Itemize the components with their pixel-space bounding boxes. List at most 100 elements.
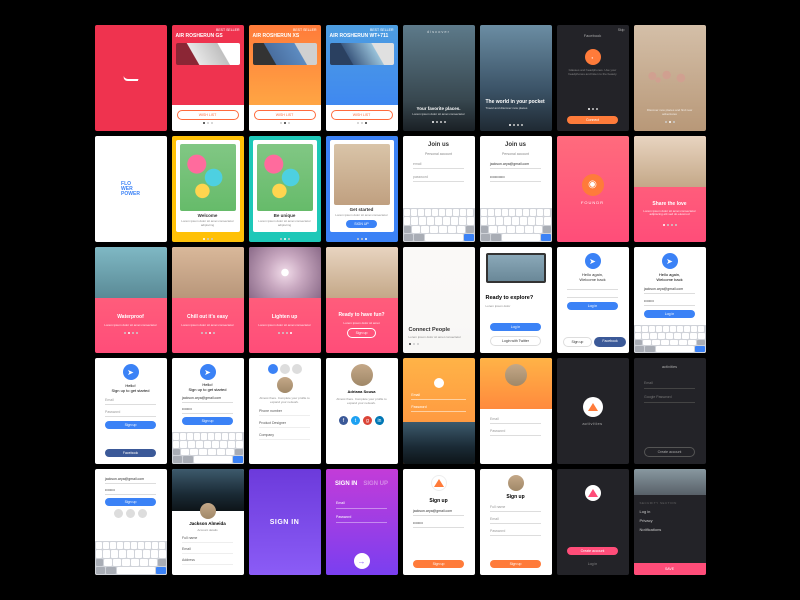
card-title: Be unique (274, 213, 296, 218)
profile-name: Jackson Almeida (189, 521, 226, 526)
hero-sub: Lorem ipsum dolor sit amet consectetur a… (638, 210, 702, 218)
email-field[interactable]: Email (644, 378, 695, 389)
keyboard[interactable] (95, 541, 167, 575)
world-map-icon (641, 68, 699, 88)
password-field[interactable]: Password (490, 527, 541, 536)
signup-button[interactable]: Sign up (105, 498, 156, 506)
hero-sub: Travel and discover new places (486, 107, 528, 111)
phone-field[interactable]: Phone number (259, 407, 310, 416)
twitter-icon[interactable]: t (351, 416, 360, 425)
address-field[interactable]: Address (182, 556, 233, 565)
form-subtitle: Personal account (425, 152, 452, 156)
ui-kit-gallery: BEST SELLER AIR ROSHERUN GS WISH LIST BE… (75, 5, 726, 595)
company-field[interactable]: Company (259, 431, 310, 440)
email-field[interactable]: jackson.arya@gmail.com (105, 475, 156, 484)
password-field[interactable]: Password (411, 403, 465, 412)
fullname-field[interactable]: Full name (182, 534, 233, 543)
card-title: Welcome (198, 213, 218, 218)
facebook-button[interactable]: Facebook (594, 337, 625, 347)
wishlist-button[interactable]: WISH LIST (177, 110, 239, 120)
role-field[interactable]: Product Designer (259, 419, 310, 428)
signup-button[interactable]: SIGN UP (346, 220, 376, 228)
skip-link[interactable]: Skip (618, 28, 625, 32)
email-field[interactable]: email (413, 160, 464, 169)
email-field[interactable]: Email (336, 498, 387, 509)
screen-nike-splash (95, 25, 167, 131)
signup-button[interactable]: Sign up (563, 337, 593, 347)
settings-item[interactable]: Log in (640, 509, 651, 514)
hero-image (95, 247, 167, 298)
password-field[interactable]: •••••••• (182, 405, 233, 414)
settings-item[interactable]: Notifications (640, 527, 662, 532)
fullname-field[interactable]: Full name (490, 503, 541, 512)
camera-icon: ◉ (434, 378, 444, 388)
keyboard[interactable] (403, 208, 475, 242)
email-field[interactable]: jackson.arya@gmail.com (413, 507, 464, 516)
glasses-icon: ◐ (585, 49, 601, 65)
screen-signin-splash: SIGN IN (249, 469, 321, 575)
create-account-button[interactable]: Create account (567, 547, 618, 555)
connect-button[interactable]: Connect (567, 116, 618, 124)
profile-hint: Almost there. Complete your profile to e… (332, 397, 392, 405)
facebook-button[interactable]: Facebook (105, 449, 156, 457)
password-field[interactable]: •••••••• (644, 297, 695, 306)
password-field[interactable]: •••••••••••• (490, 173, 541, 182)
password-field[interactable]: Password (336, 512, 387, 523)
brand-label: activities (662, 364, 677, 369)
screen-discover: discover Your favorite places. Lorem ips… (403, 25, 475, 131)
screen-foundr-splash: ◉ FOUNDR (557, 136, 629, 242)
signup-button[interactable]: Sign up (182, 417, 233, 425)
email-field[interactable]: Email (182, 545, 233, 554)
avatar (277, 377, 293, 393)
email-field[interactable]: jackson.arya@gmail.com (644, 285, 695, 294)
signin-tab[interactable]: SIGN IN (335, 481, 357, 487)
app-icon (585, 485, 601, 501)
product-tag: BEST SELLER (216, 28, 239, 32)
save-button[interactable]: SAVE (634, 563, 706, 575)
greeting: Hello! Sign up to get started (111, 383, 149, 393)
password-field[interactable] (567, 293, 618, 298)
keyboard[interactable] (480, 208, 552, 242)
avatar[interactable] (508, 475, 524, 491)
app-icon (431, 475, 447, 491)
linkedin-icon[interactable]: in (375, 416, 384, 425)
email-field[interactable]: jackson.arya@gmail.com (182, 394, 233, 403)
signup-button[interactable]: Sign up (347, 328, 377, 338)
login-link[interactable]: Log in (567, 560, 618, 568)
signup-button[interactable]: Sign up (413, 560, 464, 568)
password-field[interactable]: Password (105, 408, 156, 417)
login-button[interactable]: Log in (644, 310, 695, 318)
keyboard[interactable] (634, 325, 706, 353)
password-field[interactable]: password (413, 173, 464, 182)
facebook-icon[interactable]: f (339, 416, 348, 425)
password-field[interactable]: Google Password (644, 392, 695, 403)
login-button[interactable]: Log in (490, 323, 541, 331)
google-icon[interactable]: g (363, 416, 372, 425)
signup-button[interactable]: Sign up (105, 421, 156, 429)
password-field[interactable]: Password (490, 427, 541, 436)
form-subtitle: Personal account (502, 152, 529, 156)
email-field[interactable]: jackson.arya@gmail.com (490, 160, 541, 169)
password-field[interactable]: •••••••• (105, 486, 156, 495)
settings-item[interactable]: Privacy (640, 518, 653, 523)
submit-button[interactable]: → (354, 553, 370, 569)
wishlist-button[interactable]: WISH LIST (331, 110, 393, 120)
email-field[interactable]: Email (490, 415, 541, 424)
twitter-login-button[interactable]: Login with Twitter (490, 336, 541, 346)
email-field[interactable] (567, 285, 618, 290)
create-account-button[interactable]: Create account (644, 447, 695, 457)
email-field[interactable]: Email (105, 396, 156, 405)
signup-button[interactable]: Sign up (490, 560, 541, 568)
brand-label: FOUNDR (581, 200, 604, 205)
wishlist-button[interactable]: WISH LIST (254, 110, 316, 120)
password-field[interactable]: •••••••• (413, 519, 464, 528)
screen-login-2: ➤ Hello again, Welcome back jackson.arya… (634, 247, 706, 353)
email-field[interactable]: Email (490, 515, 541, 524)
nike-swoosh-icon (121, 75, 139, 81)
email-field[interactable]: Email (411, 391, 465, 400)
section-label: SECURITY SECTION (640, 501, 677, 505)
keyboard[interactable] (172, 432, 244, 464)
login-button[interactable]: Log in (567, 302, 618, 310)
hero-image (172, 469, 244, 511)
signup-tab[interactable]: SIGN UP (363, 481, 388, 487)
